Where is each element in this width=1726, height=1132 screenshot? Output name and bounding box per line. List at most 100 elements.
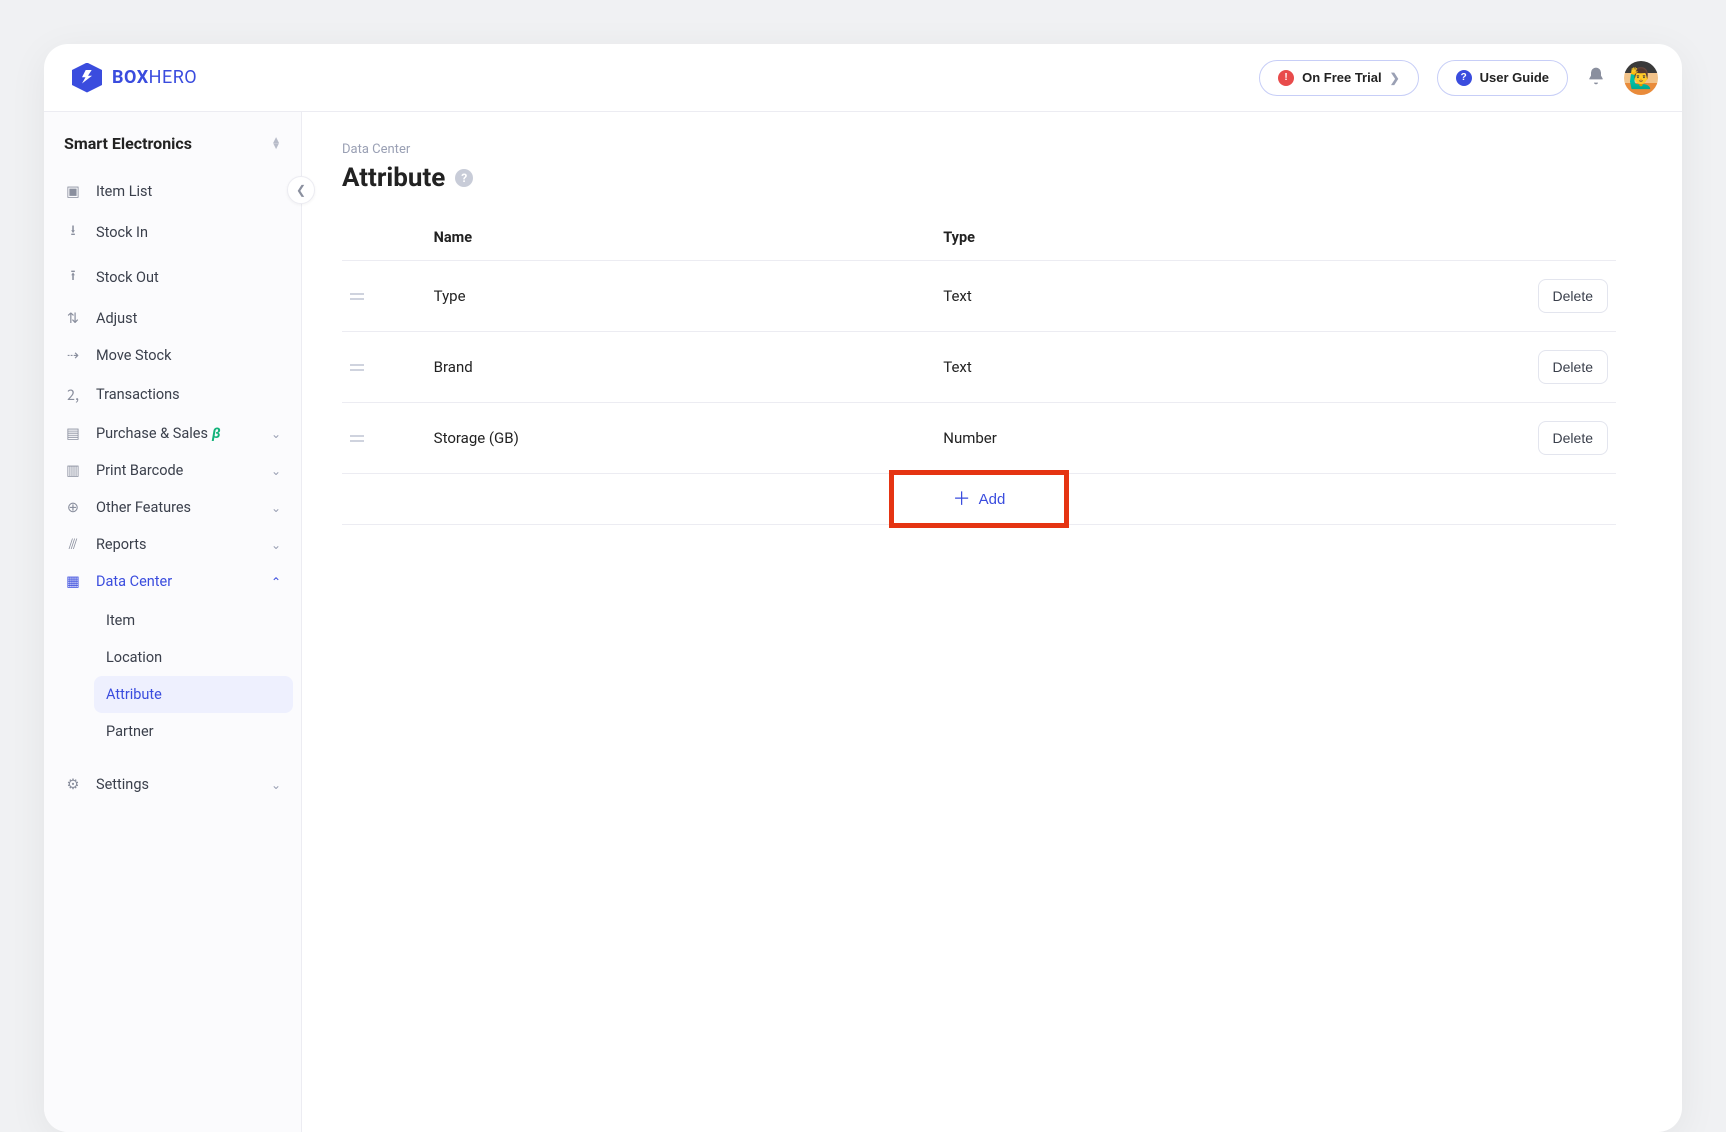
sidebar-item-label: Print Barcode: [96, 462, 257, 479]
help-icon: ?: [1456, 70, 1472, 86]
brand-box: BOX: [112, 67, 149, 88]
alert-icon: !: [1278, 70, 1294, 86]
document-icon: ▤: [64, 425, 82, 442]
chevron-down-icon: ⌄: [271, 778, 281, 792]
guide-label: User Guide: [1480, 70, 1549, 85]
sidebar-item-label: Purchase & Salesβ: [96, 425, 257, 442]
nav: ▣ Item List ⭳ Stock In ⭱ Stock Out ⇅ Adj…: [44, 169, 301, 807]
org-name: Smart Electronics: [64, 134, 192, 153]
transactions-icon: 🄃: [64, 384, 82, 405]
notifications-icon[interactable]: [1586, 66, 1606, 90]
sidebar-item-label: Data Center: [96, 573, 257, 590]
brand-hero: HERO: [149, 67, 198, 88]
upload-icon: ⭱: [64, 265, 82, 290]
cell-name[interactable]: Storage (GB): [426, 403, 936, 474]
app-frame: BOXHERO ! On Free Trial ❯ ? User Guide 🙋…: [44, 44, 1682, 1132]
sidebar-item-label: Settings: [96, 776, 257, 793]
sidebar-item-stock-in[interactable]: ⭳ Stock In: [52, 210, 293, 255]
gear-icon: ⚙: [64, 776, 82, 793]
chevron-right-icon: ❯: [1390, 71, 1400, 85]
subitem-item[interactable]: Item: [94, 602, 293, 639]
org-selector[interactable]: Smart Electronics ▲▼: [44, 112, 301, 169]
sidebar-item-label: Stock Out: [96, 269, 281, 286]
database-icon: ▦: [64, 573, 82, 590]
col-type: Type: [935, 215, 1445, 261]
table-row: Brand Text Delete: [342, 332, 1616, 403]
barcode-icon: ▥: [64, 462, 82, 479]
sidebar-item-purchase-sales[interactable]: ▤ Purchase & Salesβ ⌄: [52, 415, 293, 452]
sidebar-item-data-center[interactable]: ▦ Data Center ⌃: [52, 563, 293, 600]
drag-handle[interactable]: [342, 261, 426, 332]
help-icon[interactable]: ?: [455, 169, 473, 187]
sidebar-item-adjust[interactable]: ⇅ Adjust: [52, 300, 293, 337]
col-name: Name: [426, 215, 936, 261]
plus-circle-icon: ⊕: [64, 499, 82, 516]
brand-logo-icon: [72, 63, 102, 93]
sidebar-item-label: Other Features: [96, 499, 257, 516]
sidebar-item-label: Reports: [96, 536, 257, 553]
attribute-table: Name Type Type Text Delete Brand: [342, 215, 1616, 474]
chart-icon: ⫻: [64, 536, 82, 553]
beta-badge: β: [212, 425, 220, 442]
chevron-down-icon: ⌄: [271, 464, 281, 478]
sidebar-item-transactions[interactable]: 🄃 Transactions: [52, 374, 293, 415]
brand[interactable]: BOXHERO: [72, 63, 197, 93]
drag-handle[interactable]: [342, 403, 426, 474]
breadcrumb: Data Center: [342, 142, 1616, 157]
sidebar: ❮ Smart Electronics ▲▼ ▣ Item List ⭳ Sto…: [44, 112, 302, 1132]
sidebar-item-label: Transactions: [96, 386, 281, 403]
sidebar-item-stock-out[interactable]: ⭱ Stock Out: [52, 255, 293, 300]
brand-text: BOXHERO: [112, 67, 197, 88]
topbar: BOXHERO ! On Free Trial ❯ ? User Guide 🙋…: [44, 44, 1682, 112]
avatar[interactable]: 🙋‍♂️: [1624, 61, 1658, 95]
box-icon: ▣: [64, 183, 82, 200]
add-row: ＋ Add: [342, 474, 1616, 525]
arrow-right-icon: ⇢: [64, 347, 82, 364]
sidebar-collapse-button[interactable]: ❮: [287, 176, 315, 204]
subitem-location[interactable]: Location: [94, 639, 293, 676]
sidebar-item-settings[interactable]: ⚙ Settings ⌄: [52, 766, 293, 803]
plus-icon: ＋: [953, 490, 971, 508]
cell-type[interactable]: Text: [935, 261, 1445, 332]
chevron-down-icon: ⌄: [271, 427, 281, 441]
sort-icon: ▲▼: [271, 138, 281, 150]
table-row: Type Text Delete: [342, 261, 1616, 332]
sidebar-item-other-features[interactable]: ⊕ Other Features ⌄: [52, 489, 293, 526]
cell-name[interactable]: Type: [426, 261, 936, 332]
user-guide-button[interactable]: ? User Guide: [1437, 60, 1568, 96]
chevron-up-icon: ⌃: [271, 575, 281, 589]
download-icon: ⭳: [64, 220, 82, 245]
adjust-icon: ⇅: [64, 310, 82, 327]
trial-button[interactable]: ! On Free Trial ❯: [1259, 60, 1419, 96]
subitem-partner[interactable]: Partner: [94, 713, 293, 750]
add-label: Add: [979, 491, 1006, 508]
delete-button[interactable]: Delete: [1538, 421, 1608, 455]
sidebar-item-reports[interactable]: ⫻ Reports ⌄: [52, 526, 293, 563]
sidebar-item-label: Move Stock: [96, 347, 281, 364]
trial-label: On Free Trial: [1302, 70, 1381, 85]
col-handle: [342, 215, 426, 261]
topbar-actions: ! On Free Trial ❯ ? User Guide 🙋‍♂️: [1259, 60, 1658, 96]
cell-name[interactable]: Brand: [426, 332, 936, 403]
drag-handle[interactable]: [342, 332, 426, 403]
delete-button[interactable]: Delete: [1538, 279, 1608, 313]
data-center-submenu: Item Location Attribute Partner: [52, 600, 293, 752]
delete-button[interactable]: Delete: [1538, 350, 1608, 384]
chevron-down-icon: ⌄: [271, 501, 281, 515]
cell-type[interactable]: Number: [935, 403, 1445, 474]
main-content: Data Center Attribute ? Name Type: [302, 112, 1682, 1132]
sidebar-item-label: Item List: [96, 183, 281, 200]
add-button[interactable]: ＋ Add: [929, 474, 1030, 524]
sidebar-item-item-list[interactable]: ▣ Item List: [52, 173, 293, 210]
subitem-attribute[interactable]: Attribute: [94, 676, 293, 713]
sidebar-item-label: Stock In: [96, 224, 281, 241]
page-title-row: Attribute ?: [342, 163, 1616, 193]
page-title: Attribute: [342, 163, 445, 193]
sidebar-item-move-stock[interactable]: ⇢ Move Stock: [52, 337, 293, 374]
chevron-down-icon: ⌄: [271, 538, 281, 552]
sidebar-item-label: Adjust: [96, 310, 281, 327]
cell-type[interactable]: Text: [935, 332, 1445, 403]
col-action: [1445, 215, 1616, 261]
sidebar-item-print-barcode[interactable]: ▥ Print Barcode ⌄: [52, 452, 293, 489]
table-row: Storage (GB) Number Delete: [342, 403, 1616, 474]
